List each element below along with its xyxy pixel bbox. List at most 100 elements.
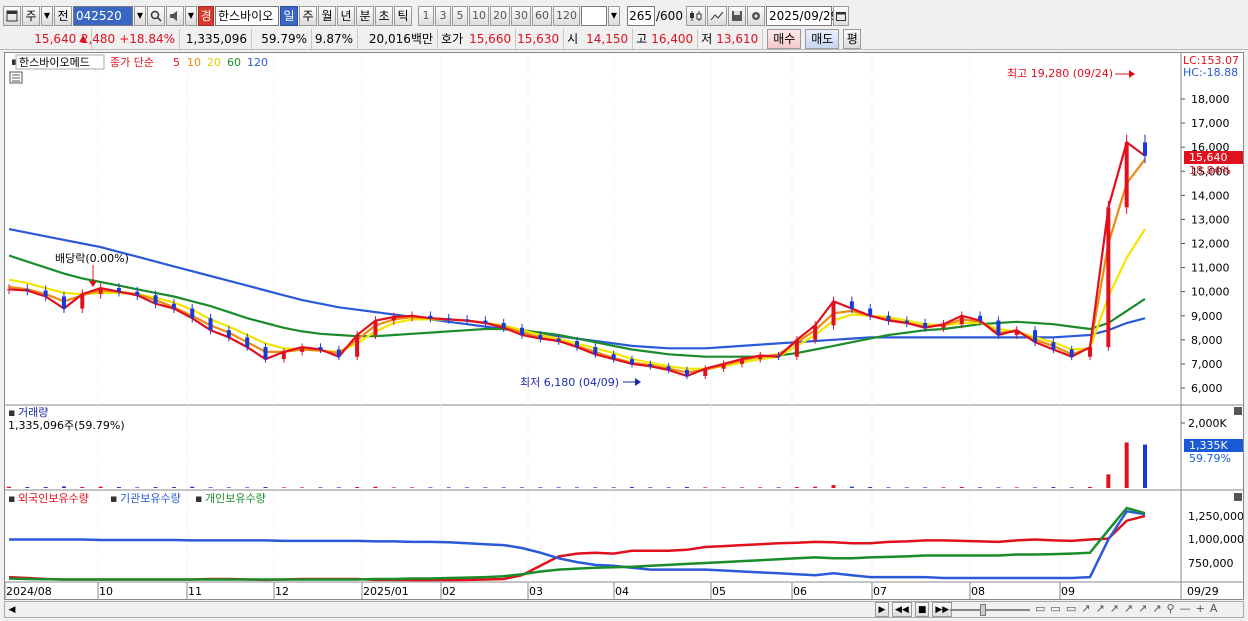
sound-icon[interactable] bbox=[166, 5, 184, 26]
eval-button[interactable]: 평 bbox=[843, 28, 862, 49]
ma-10-label[interactable]: 10 bbox=[187, 56, 201, 69]
candle-body bbox=[776, 355, 781, 357]
holding-panel-close-icon[interactable] bbox=[1234, 493, 1242, 501]
zoom-slider-thumb[interactable] bbox=[980, 604, 986, 616]
candle-body bbox=[483, 320, 488, 323]
interval-button[interactable]: 30 bbox=[511, 5, 531, 26]
scroll-left-icon[interactable]: ◀ bbox=[6, 603, 18, 616]
x-axis-label: 07 bbox=[873, 585, 887, 598]
market-select[interactable]: 주 bbox=[22, 5, 40, 26]
candle-body bbox=[611, 354, 616, 360]
rewind-icon[interactable]: ◀◀ bbox=[892, 602, 912, 617]
holding-y-tick: 750,000 bbox=[1188, 557, 1234, 570]
x-axis-label: 2024/08 bbox=[6, 585, 52, 598]
interval-custom-input[interactable] bbox=[581, 5, 607, 26]
zoom-slider-track[interactable] bbox=[950, 609, 1030, 611]
sell-button[interactable]: 매도 bbox=[805, 28, 840, 49]
turnover-rate: 9.87% bbox=[312, 28, 358, 49]
play-icon[interactable]: ▶ bbox=[875, 602, 889, 617]
chart-area[interactable]: ▪ 한스바이오메드 종가 단순 5 10 20 60 120 LC:153.07… bbox=[4, 52, 1244, 600]
save-icon[interactable] bbox=[728, 5, 746, 26]
volume-bar bbox=[758, 487, 763, 488]
holding-line bbox=[8, 514, 1146, 582]
calendar-icon[interactable] bbox=[833, 5, 849, 26]
trend-tool-icon[interactable]: ↗ bbox=[1152, 602, 1161, 615]
box-tool-icon[interactable]: ▭ bbox=[1050, 602, 1060, 615]
candle-body bbox=[868, 308, 873, 316]
volume-bar bbox=[849, 486, 854, 488]
buy-button[interactable]: 매수 bbox=[767, 28, 802, 49]
tab-period-minute[interactable]: 분 bbox=[356, 5, 374, 26]
horizontal-scrollbar[interactable]: ◀ ▶ ◀◀ ■ ▶▶ ▭ ▭ ▭ ↗ ↗ ↗ ↗ ↗ ↗ ⚲ — + A bbox=[4, 601, 1244, 618]
chevron-down-icon[interactable]: ▼ bbox=[134, 5, 146, 26]
zoom-icon[interactable]: ⚲ bbox=[1167, 602, 1175, 615]
candle-type-icon[interactable] bbox=[686, 5, 706, 26]
theme-badge[interactable]: 경 bbox=[198, 5, 214, 26]
hc-label: HC:-18.88 bbox=[1183, 66, 1238, 79]
tab-period-second[interactable]: 초 bbox=[375, 5, 393, 26]
volume-panel-title[interactable]: 거래량 bbox=[18, 406, 48, 419]
ma-120-label[interactable]: 120 bbox=[247, 56, 268, 69]
date-input[interactable]: 2025/09/29 bbox=[766, 5, 838, 26]
interval-button[interactable]: 1 bbox=[418, 5, 434, 26]
price-y-tick-label: 13,000 bbox=[1191, 213, 1230, 226]
search-icon[interactable] bbox=[147, 5, 165, 26]
ma-5-label[interactable]: 5 bbox=[173, 56, 180, 69]
interval-button[interactable]: 5 bbox=[452, 5, 468, 26]
chevron-down-icon[interactable]: ▼ bbox=[608, 5, 620, 26]
interval-button[interactable]: 60 bbox=[532, 5, 552, 26]
minus-icon[interactable]: — bbox=[1180, 602, 1191, 615]
trend-tool-icon[interactable]: ↗ bbox=[1095, 602, 1104, 615]
tab-period-month[interactable]: 월 bbox=[318, 5, 336, 26]
interval-button[interactable]: 120 bbox=[553, 5, 580, 26]
candle-body bbox=[373, 320, 378, 336]
price-panel-title[interactable]: 한스바이오메드 bbox=[19, 56, 90, 69]
interval-button[interactable]: 10 bbox=[469, 5, 489, 26]
interval-button[interactable]: 20 bbox=[490, 5, 510, 26]
open-price: 14,150 bbox=[581, 28, 634, 49]
volume-bar bbox=[959, 487, 964, 488]
tab-period-year[interactable]: 년 bbox=[337, 5, 355, 26]
stop-icon[interactable]: ■ bbox=[914, 602, 930, 617]
tab-period-tick[interactable]: 틱 bbox=[394, 5, 412, 26]
holding-line bbox=[8, 506, 1146, 581]
legend-foreign[interactable]: 외국인보유수량 bbox=[18, 492, 89, 505]
volume-bar bbox=[43, 487, 48, 488]
prev-button[interactable]: 전 bbox=[54, 5, 72, 26]
tab-period-day[interactable]: 일 bbox=[280, 5, 298, 26]
x-axis-label: 09/29 bbox=[1187, 585, 1219, 598]
data-count-input[interactable]: 265 bbox=[627, 5, 655, 26]
legend-institution[interactable]: 기관보유수량 bbox=[120, 492, 181, 505]
trend-tool-icon[interactable]: ↗ bbox=[1124, 602, 1133, 615]
stock-code-input[interactable]: 042520 bbox=[73, 5, 133, 26]
ma-title[interactable]: 종가 단순 bbox=[110, 56, 154, 69]
plus-icon[interactable]: + bbox=[1196, 602, 1205, 615]
volume-bar bbox=[1124, 442, 1129, 488]
draw-tool-icon[interactable] bbox=[707, 5, 727, 26]
x-axis-label: 06 bbox=[793, 585, 807, 598]
interval-button[interactable]: 3 bbox=[435, 5, 451, 26]
candle-body bbox=[1106, 207, 1111, 348]
chevron-down-icon[interactable]: ▼ bbox=[185, 5, 197, 26]
chart-window-icon[interactable] bbox=[3, 5, 21, 26]
open-label: 시 bbox=[567, 32, 579, 46]
gear-icon[interactable] bbox=[747, 5, 765, 26]
box-tool-icon[interactable]: ▭ bbox=[1066, 602, 1076, 615]
text-tool-icon[interactable]: A bbox=[1210, 602, 1218, 615]
legend-individual[interactable]: 개인보유수량 bbox=[205, 492, 266, 505]
volume-bar bbox=[593, 487, 598, 488]
volume-bar bbox=[263, 487, 268, 488]
volume-panel-close-icon[interactable] bbox=[1234, 407, 1242, 415]
chevron-down-icon[interactable]: ▼ bbox=[41, 5, 53, 26]
box-tool-icon[interactable]: ▭ bbox=[1035, 602, 1045, 615]
candle-body bbox=[831, 301, 836, 326]
ma-60-label[interactable]: 60 bbox=[227, 56, 241, 69]
trend-tool-icon[interactable]: ↗ bbox=[1081, 602, 1090, 615]
candle-body bbox=[1143, 142, 1147, 156]
tab-period-week[interactable]: 주 bbox=[299, 5, 317, 26]
candle-body bbox=[153, 295, 158, 304]
ma-20-label[interactable]: 20 bbox=[207, 56, 221, 69]
trend-tool-icon[interactable]: ↗ bbox=[1110, 602, 1119, 615]
trend-tool-icon[interactable]: ↗ bbox=[1138, 602, 1147, 615]
volume-bar bbox=[190, 486, 195, 488]
